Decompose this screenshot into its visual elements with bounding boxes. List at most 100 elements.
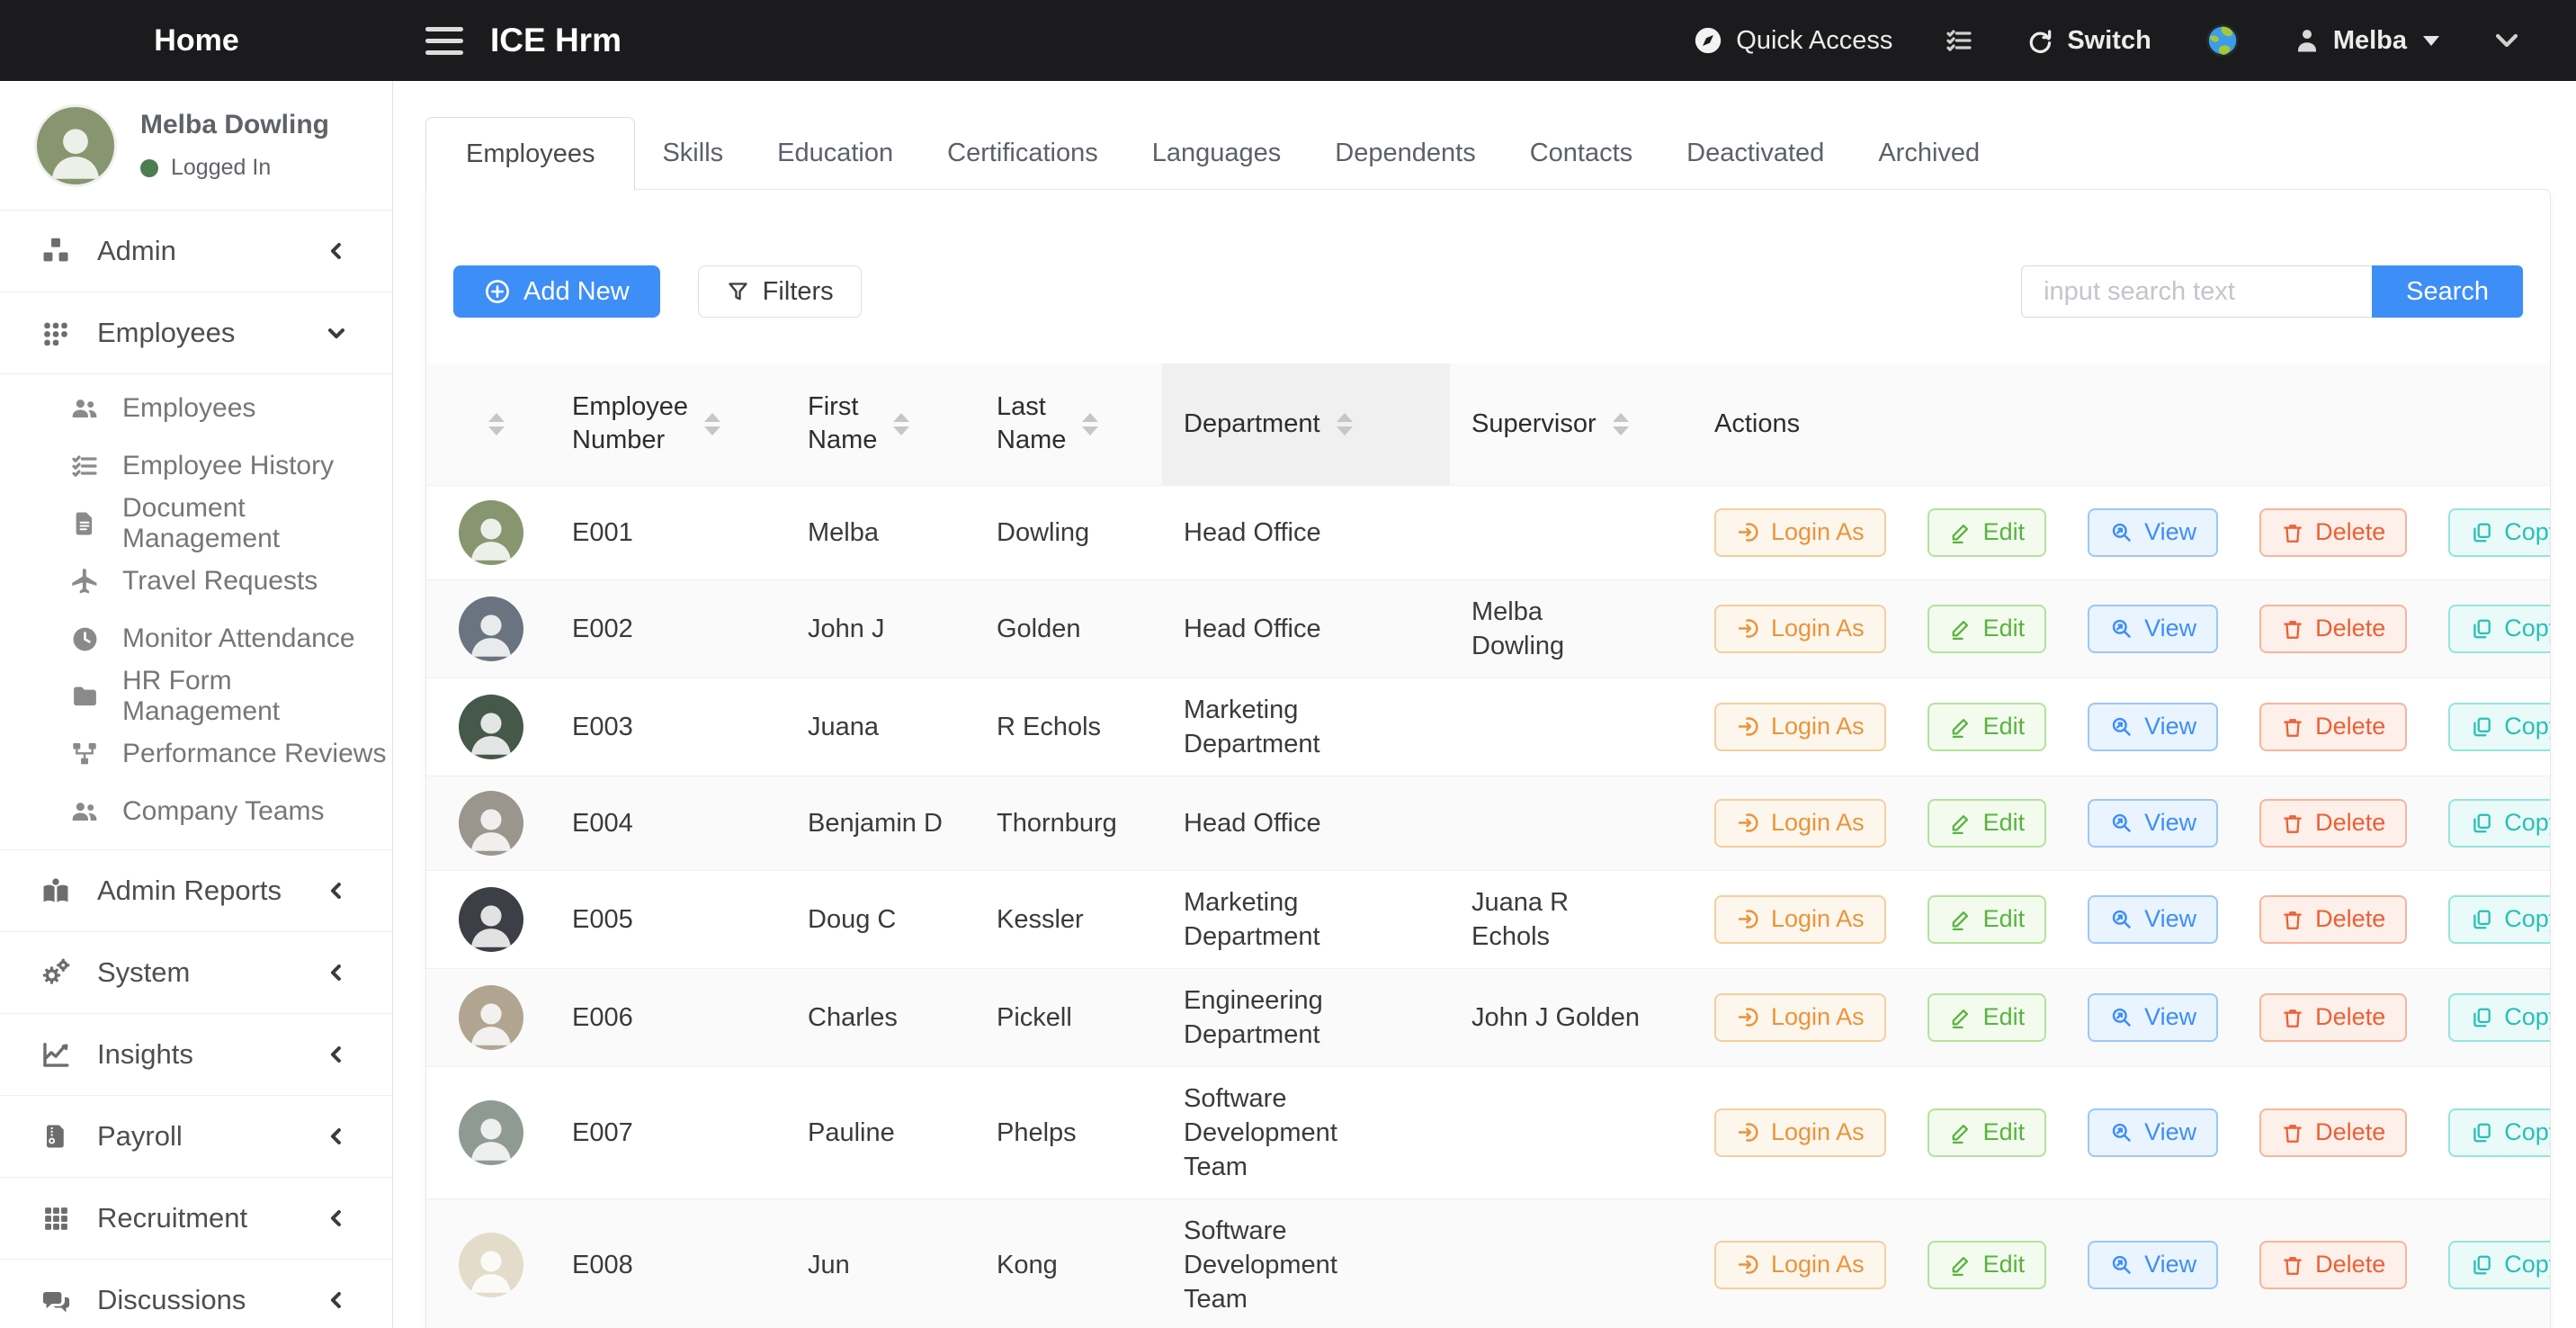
search-input[interactable] bbox=[2021, 265, 2372, 318]
tasks-button[interactable] bbox=[1945, 26, 1973, 55]
edit-button[interactable]: Edit bbox=[1928, 799, 2047, 848]
navbar-collapse-button[interactable] bbox=[2491, 25, 2522, 56]
copy-button[interactable]: Copy bbox=[2448, 605, 2551, 653]
filters-button[interactable]: Filters bbox=[698, 265, 862, 318]
delete-button[interactable]: Delete bbox=[2259, 703, 2407, 751]
view-button[interactable]: View bbox=[2088, 799, 2218, 848]
tab-contacts[interactable]: Contacts bbox=[1503, 117, 1659, 190]
first-name-cell: Doug C bbox=[786, 870, 975, 968]
sidebar-item-admin-reports[interactable]: Admin Reports bbox=[0, 850, 392, 932]
edit-button[interactable]: Edit bbox=[1928, 895, 2047, 944]
edit-button[interactable]: Edit bbox=[1928, 508, 2047, 557]
delete-button[interactable]: Delete bbox=[2259, 1241, 2407, 1289]
grid-dots-icon bbox=[36, 318, 76, 348]
copy-icon bbox=[2470, 1253, 2493, 1277]
sidebar-item-discussions[interactable]: Discussions bbox=[0, 1260, 392, 1328]
sidebar-item-insights[interactable]: Insights bbox=[0, 1014, 392, 1096]
edit-button[interactable]: Edit bbox=[1928, 605, 2047, 653]
column-header-employee-number[interactable]: Employee Number bbox=[550, 363, 786, 485]
tab-certifications[interactable]: Certifications bbox=[920, 117, 1125, 190]
column-header-first-name[interactable]: First Name bbox=[786, 363, 975, 485]
tab-education[interactable]: Education bbox=[750, 117, 920, 190]
sidebar-subitem-document-management[interactable]: Document Management bbox=[0, 495, 392, 552]
sidebar-item-employees[interactable]: Employees bbox=[0, 292, 392, 374]
column-header-department[interactable]: Department bbox=[1162, 363, 1450, 485]
column-header-avatar[interactable] bbox=[426, 363, 550, 485]
login-button[interactable]: Login As bbox=[1714, 1108, 1886, 1157]
sidebar-item-recruitment[interactable]: Recruitment bbox=[0, 1178, 392, 1260]
sidebar-item-payroll[interactable]: Payroll bbox=[0, 1096, 392, 1178]
copy-button[interactable]: Copy bbox=[2448, 993, 2551, 1042]
tab-deactivated[interactable]: Deactivated bbox=[1659, 117, 1851, 190]
sidebar-subitem-employee-history[interactable]: Employee History bbox=[0, 437, 392, 495]
column-header-supervisor[interactable]: Supervisor bbox=[1450, 363, 1693, 485]
switch-button[interactable]: Switch bbox=[2026, 26, 2151, 56]
login-button[interactable]: Login As bbox=[1714, 799, 1886, 848]
view-button[interactable]: View bbox=[2088, 508, 2218, 557]
column-header-last-name[interactable]: Last Name bbox=[975, 363, 1162, 485]
table-header-row: Employee NumberFirst NameLast NameDepart… bbox=[426, 363, 2550, 485]
login-button[interactable]: Login As bbox=[1714, 895, 1886, 944]
search-button[interactable]: Search bbox=[2372, 265, 2523, 318]
sidebar-subitem-monitor-attendance[interactable]: Monitor Attendance bbox=[0, 610, 392, 668]
sidebar: Melba Dowling Logged In Admin Employees … bbox=[0, 81, 393, 1328]
login-button[interactable]: Login As bbox=[1714, 1241, 1886, 1289]
copy-icon bbox=[2470, 1121, 2493, 1144]
login-icon bbox=[1736, 714, 1760, 739]
delete-button[interactable]: Delete bbox=[2259, 605, 2407, 653]
delete-button[interactable]: Delete bbox=[2259, 508, 2407, 557]
view-icon bbox=[2109, 1005, 2133, 1029]
edit-button[interactable]: Edit bbox=[1928, 1241, 2047, 1289]
delete-button[interactable]: Delete bbox=[2259, 799, 2407, 848]
user-menu[interactable]: Melba bbox=[2294, 26, 2439, 56]
delete-button[interactable]: Delete bbox=[2259, 895, 2407, 944]
language-globe-button[interactable] bbox=[2204, 22, 2241, 59]
employee-avatar bbox=[459, 695, 523, 759]
employee-number-cell: E003 bbox=[550, 677, 786, 776]
copy-button[interactable]: Copy bbox=[2448, 1108, 2551, 1157]
hamburger-menu-icon[interactable] bbox=[425, 27, 463, 55]
edit-button[interactable]: Edit bbox=[1928, 1108, 2047, 1157]
view-button[interactable]: View bbox=[2088, 1241, 2218, 1289]
tab-employees[interactable]: Employees bbox=[425, 117, 635, 190]
view-button[interactable]: View bbox=[2088, 1108, 2218, 1157]
edit-button[interactable]: Edit bbox=[1928, 703, 2047, 751]
last-name-cell: Pickell bbox=[975, 968, 1162, 1066]
login-button[interactable]: Login As bbox=[1714, 605, 1886, 653]
sidebar-subitem-company-teams[interactable]: Company Teams bbox=[0, 783, 392, 840]
tab-languages[interactable]: Languages bbox=[1125, 117, 1309, 190]
copy-button[interactable]: Copy bbox=[2448, 508, 2551, 557]
login-button[interactable]: Login As bbox=[1714, 703, 1886, 751]
add-new-button[interactable]: Add New bbox=[453, 265, 660, 318]
edit-icon bbox=[1949, 1121, 1972, 1144]
view-button[interactable]: View bbox=[2088, 605, 2218, 653]
submenu-employees: Employees Employee History Document Mana… bbox=[0, 374, 392, 850]
cubes-icon bbox=[36, 235, 76, 267]
login-button[interactable]: Login As bbox=[1714, 508, 1886, 557]
copy-button[interactable]: Copy bbox=[2448, 703, 2551, 751]
sidebar-subitem-travel-requests[interactable]: Travel Requests bbox=[0, 552, 392, 610]
folder-icon bbox=[67, 682, 103, 712]
sidebar-item-admin[interactable]: Admin bbox=[0, 211, 392, 292]
last-name-cell: Phelps bbox=[975, 1066, 1162, 1198]
delete-button[interactable]: Delete bbox=[2259, 993, 2407, 1042]
nav-home-link[interactable]: Home bbox=[154, 23, 238, 58]
copy-button[interactable]: Copy bbox=[2448, 895, 2551, 944]
copy-button[interactable]: Copy bbox=[2448, 799, 2551, 848]
copy-button[interactable]: Copy bbox=[2448, 1241, 2551, 1289]
view-button[interactable]: View bbox=[2088, 703, 2218, 751]
delete-button[interactable]: Delete bbox=[2259, 1108, 2407, 1157]
quick-access-button[interactable]: Quick Access bbox=[1693, 25, 1892, 56]
view-button[interactable]: View bbox=[2088, 895, 2218, 944]
tab-dependents[interactable]: Dependents bbox=[1308, 117, 1502, 190]
sidebar-item-system[interactable]: System bbox=[0, 932, 392, 1014]
login-button[interactable]: Login As bbox=[1714, 993, 1886, 1042]
sidebar-subitem-hr-form-management[interactable]: HR Form Management bbox=[0, 668, 392, 725]
tab-archived[interactable]: Archived bbox=[1851, 117, 2007, 190]
sidebar-subitem-performance-reviews[interactable]: Performance Reviews bbox=[0, 725, 392, 783]
tab-skills[interactable]: Skills bbox=[635, 117, 750, 190]
view-button[interactable]: View bbox=[2088, 993, 2218, 1042]
sidebar-subitem-employees[interactable]: Employees bbox=[0, 380, 392, 437]
edit-button[interactable]: Edit bbox=[1928, 993, 2047, 1042]
employee-number-cell: E005 bbox=[550, 870, 786, 968]
